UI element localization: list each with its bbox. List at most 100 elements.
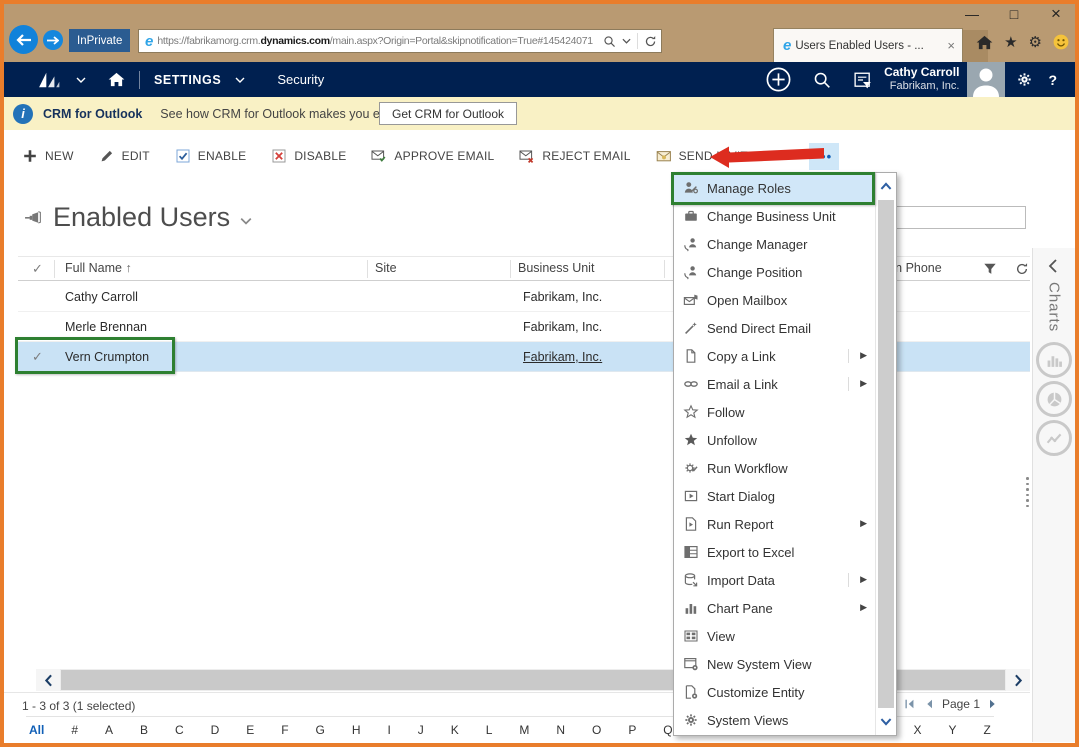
breadcrumb[interactable]: Security	[277, 72, 324, 87]
alpha-k[interactable]: K	[448, 721, 462, 739]
menu-item-change-business-unit[interactable]: Change Business Unit	[674, 202, 875, 230]
column-header-site[interactable]: Site	[375, 261, 397, 275]
menu-item-send-direct-email[interactable]: Send Direct Email	[674, 314, 875, 342]
menu-item-start-dialog[interactable]: Start Dialog	[674, 482, 875, 510]
menu-item-import-data[interactable]: Import Data ▶	[674, 566, 875, 594]
alpha-y[interactable]: Y	[945, 721, 959, 739]
alpha-a[interactable]: A	[102, 721, 116, 739]
filter-funnel-icon[interactable]	[983, 262, 997, 276]
next-page-icon[interactable]	[988, 698, 998, 710]
more-commands-button[interactable]: •••	[809, 143, 839, 170]
dynamics-logo-icon[interactable]	[36, 71, 62, 89]
column-divider[interactable]	[510, 260, 511, 278]
browser-forward-button[interactable]	[43, 30, 63, 50]
advanced-find-icon[interactable]	[853, 71, 873, 89]
alpha-o[interactable]: O	[589, 721, 604, 739]
favorites-star-icon[interactable]: ★	[1004, 33, 1017, 51]
menu-item-manage-roles[interactable]: Manage Roles	[674, 174, 875, 202]
settings-gear-icon[interactable]	[1016, 71, 1033, 88]
column-header-business-unit[interactable]: Business Unit	[518, 261, 594, 275]
menu-item-chart-pane[interactable]: Chart Pane ▶	[674, 594, 875, 622]
menu-item-change-manager[interactable]: Change Manager	[674, 230, 875, 258]
alpha-d[interactable]: D	[208, 721, 223, 739]
menu-item-follow[interactable]: Follow	[674, 398, 875, 426]
maximize-icon[interactable]: □	[1005, 5, 1023, 23]
line-chart-button[interactable]	[1036, 420, 1072, 456]
scrollbar-thumb[interactable]	[878, 200, 894, 708]
help-button[interactable]: ?	[1048, 72, 1057, 88]
smiley-feedback-icon[interactable]	[1053, 34, 1069, 50]
chevron-down-icon[interactable]	[235, 77, 245, 83]
tab-close-icon[interactable]: ×	[947, 38, 955, 53]
alpha-b[interactable]: B	[137, 721, 151, 739]
menu-item-run-report[interactable]: Run Report ▶	[674, 510, 875, 538]
chevron-down-icon[interactable]	[240, 217, 252, 225]
address-bar[interactable]: e https://fabrikamorg.crm.dynamics.com/m…	[138, 29, 662, 53]
menu-item-export-to-excel[interactable]: Export to Excel	[674, 538, 875, 566]
avatar[interactable]	[967, 62, 1005, 97]
nav-settings[interactable]: SETTINGS	[154, 73, 221, 87]
refresh-icon[interactable]	[644, 35, 657, 48]
menu-item-open-mailbox[interactable]: Open Mailbox	[674, 286, 875, 314]
scroll-up-button[interactable]	[876, 173, 896, 199]
scroll-left-button[interactable]	[36, 669, 60, 691]
alpha-n[interactable]: N	[553, 721, 568, 739]
alpha-f[interactable]: F	[278, 721, 291, 739]
enable-button[interactable]: ENABLE	[175, 148, 247, 164]
settings-gear-icon[interactable]: ⚙	[1029, 33, 1042, 51]
cell-business-unit[interactable]: Fabrikam, Inc.	[523, 320, 602, 334]
column-divider[interactable]	[367, 260, 368, 278]
charts-panel-label[interactable]: Charts	[1046, 282, 1063, 332]
column-header-full-name[interactable]: Full Name ↑	[65, 261, 132, 275]
chevron-down-icon[interactable]	[76, 77, 86, 83]
approve-email-button[interactable]: APPROVE EMAIL	[371, 148, 494, 164]
close-icon[interactable]: ×	[1047, 5, 1065, 23]
scroll-down-button[interactable]	[876, 709, 896, 735]
user-info[interactable]: Cathy Carroll Fabrikam, Inc.	[884, 66, 959, 92]
scroll-right-button[interactable]	[1006, 669, 1030, 691]
expand-chevron-left-icon[interactable]	[1046, 258, 1062, 274]
menu-item-run-workflow[interactable]: Run Workflow	[674, 454, 875, 482]
alpha-all[interactable]: All	[26, 721, 47, 739]
column-divider[interactable]	[664, 260, 665, 278]
menu-item-customize-entity[interactable]: Customize Entity	[674, 678, 875, 706]
menu-item-system-views[interactable]: System Views	[674, 706, 875, 734]
alpha-m[interactable]: M	[516, 721, 532, 739]
alpha-h[interactable]: H	[349, 721, 364, 739]
menu-item-new-system-view[interactable]: New System View	[674, 650, 875, 678]
minimize-icon[interactable]: —	[963, 5, 981, 23]
alpha-p[interactable]: P	[625, 721, 639, 739]
home-icon[interactable]	[108, 72, 125, 87]
select-all-check-icon[interactable]: ✓	[32, 261, 43, 277]
search-icon[interactable]	[813, 71, 831, 89]
first-page-icon[interactable]	[904, 698, 916, 710]
search-icon[interactable]	[603, 35, 616, 48]
cell-full-name[interactable]: Cathy Carroll	[65, 290, 138, 304]
menu-item-copy-a-link[interactable]: Copy a Link ▶	[674, 342, 875, 370]
menu-item-view[interactable]: View	[674, 622, 875, 650]
alpha-g[interactable]: G	[313, 721, 328, 739]
disable-button[interactable]: DISABLE	[271, 148, 346, 164]
browser-tab[interactable]: e Users Enabled Users - ... ×	[773, 28, 963, 62]
alpha-e[interactable]: E	[243, 721, 257, 739]
home-icon[interactable]	[976, 35, 993, 50]
alpha-hash[interactable]: #	[68, 721, 81, 739]
quick-create-plus-icon[interactable]	[766, 67, 791, 92]
menu-item-change-position[interactable]: Change Position	[674, 258, 875, 286]
alpha-i[interactable]: I	[384, 721, 393, 739]
chevron-down-icon[interactable]	[622, 38, 631, 44]
refresh-icon[interactable]	[1015, 262, 1029, 276]
alpha-z[interactable]: Z	[980, 721, 993, 739]
new-button[interactable]: NEW	[22, 148, 74, 164]
cell-business-unit[interactable]: Fabrikam, Inc.	[523, 290, 602, 304]
get-crm-outlook-button[interactable]: Get CRM for Outlook	[379, 102, 517, 125]
menu-item-unfollow[interactable]: Unfollow	[674, 426, 875, 454]
menu-scrollbar[interactable]	[875, 173, 896, 735]
pin-icon[interactable]	[24, 209, 43, 226]
browser-back-button[interactable]	[9, 25, 38, 54]
alpha-j[interactable]: J	[415, 721, 427, 739]
view-title[interactable]: Enabled Users	[53, 202, 230, 233]
edit-button[interactable]: EDIT	[99, 148, 150, 164]
alpha-c[interactable]: C	[172, 721, 187, 739]
cell-full-name[interactable]: Vern Crumpton	[65, 350, 149, 364]
